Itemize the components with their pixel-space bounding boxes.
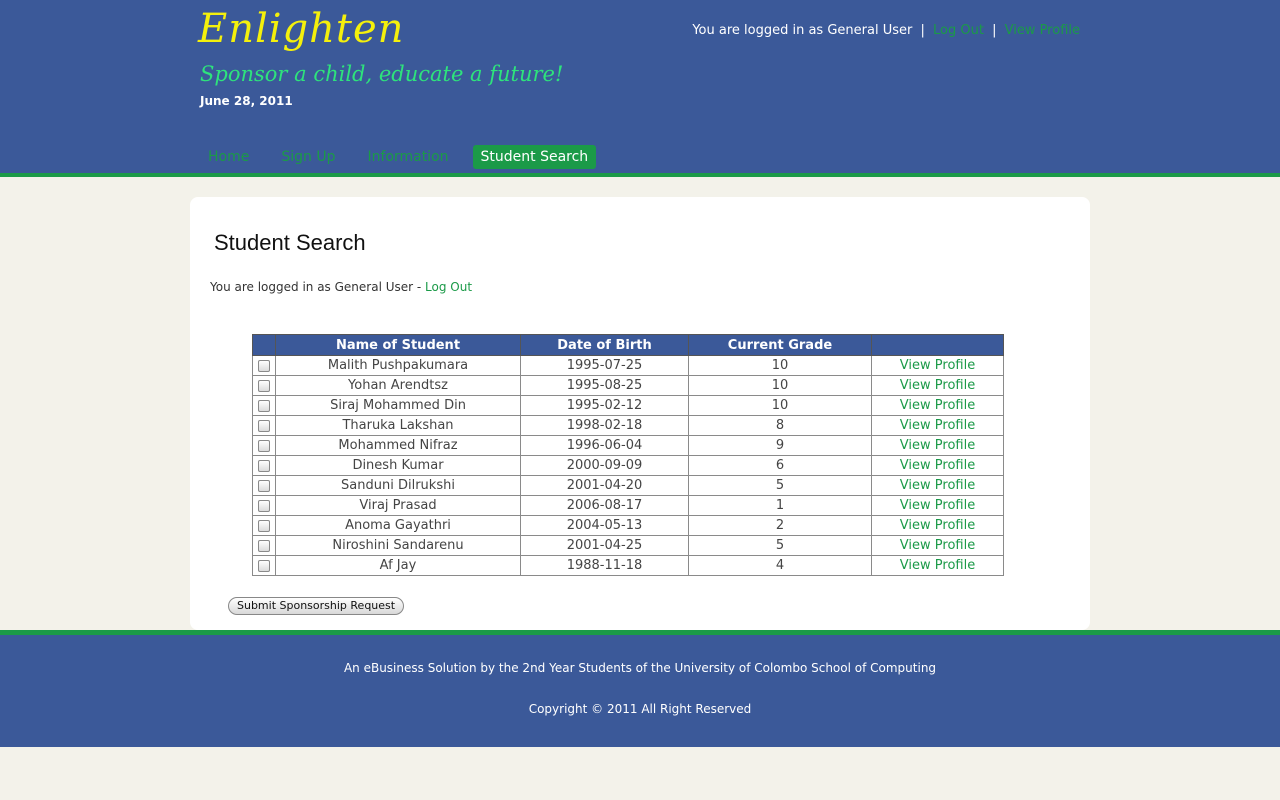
student-name: Dinesh Kumar — [275, 455, 521, 476]
content-panel: Student Search You are logged in as Gene… — [190, 197, 1090, 630]
table-row: Viraj Prasad 2006-08-17 1 View Profile — [252, 495, 1004, 516]
header-logout-link[interactable]: Log Out — [933, 23, 984, 38]
student-grade: 1 — [688, 495, 872, 516]
current-date: June 28, 2011 — [200, 94, 293, 108]
view-profile-link[interactable]: View Profile — [900, 438, 975, 453]
nav-home[interactable]: Home — [200, 145, 257, 169]
table-row: Yohan Arendtsz 1995-08-25 10 View Profil… — [252, 375, 1004, 396]
table-row: Niroshini Sandarenu 2001-04-25 5 View Pr… — [252, 535, 1004, 556]
header-dob: Date of Birth — [520, 334, 689, 356]
student-dob: 2006-08-17 — [520, 495, 689, 516]
header-view-profile-link[interactable]: View Profile — [1005, 23, 1080, 38]
student-dob: 1996-06-04 — [520, 435, 689, 456]
header-name: Name of Student — [275, 334, 521, 356]
table-row: Anoma Gayathri 2004-05-13 2 View Profile — [252, 515, 1004, 536]
view-profile-link[interactable]: View Profile — [900, 478, 975, 493]
table-row: Mohammed Nifraz 1996-06-04 9 View Profil… — [252, 435, 1004, 456]
student-dob: 2001-04-25 — [520, 535, 689, 556]
student-name: Malith Pushpakumara — [275, 355, 521, 376]
student-dob: 1995-07-25 — [520, 355, 689, 376]
site-header: Enlighten Sponsor a child, educate a fut… — [0, 0, 1280, 177]
view-profile-link[interactable]: View Profile — [900, 458, 975, 473]
footer-copyright: Copyright © 2011 All Right Reserved — [528, 702, 752, 716]
student-dob: 1995-08-25 — [520, 375, 689, 396]
student-name: Tharuka Lakshan — [275, 415, 521, 436]
view-profile-link[interactable]: View Profile — [900, 558, 975, 573]
page-title: Student Search — [214, 230, 366, 255]
row-checkbox[interactable] — [258, 359, 270, 372]
student-table: Name of Student Date of Birth Current Gr… — [252, 334, 1004, 576]
table-row: Malith Pushpakumara 1995-07-25 10 View P… — [252, 355, 1004, 376]
row-checkbox[interactable] — [258, 519, 270, 532]
nav-sign-up[interactable]: Sign Up — [273, 145, 343, 169]
view-profile-link[interactable]: View Profile — [900, 358, 975, 373]
student-grade: 6 — [688, 455, 872, 476]
content-logout-link[interactable]: Log Out — [425, 280, 472, 294]
user-bar: You are logged in as General User | Log … — [692, 23, 1080, 38]
student-dob: 2001-04-20 — [520, 475, 689, 496]
student-dob: 1998-02-18 — [520, 415, 689, 436]
student-grade: 4 — [688, 555, 872, 576]
student-dob: 1988-11-18 — [520, 555, 689, 576]
student-name: Niroshini Sandarenu — [275, 535, 521, 556]
view-profile-link[interactable]: View Profile — [900, 398, 975, 413]
student-name: Siraj Mohammed Din — [275, 395, 521, 416]
row-checkbox[interactable] — [258, 559, 270, 572]
view-profile-link[interactable]: View Profile — [900, 538, 975, 553]
table-row: Sanduni Dilrukshi 2001-04-20 5 View Prof… — [252, 475, 1004, 496]
site-logo[interactable]: Enlighten — [198, 6, 404, 52]
student-name: Af Jay — [275, 555, 521, 576]
view-profile-link[interactable]: View Profile — [900, 498, 975, 513]
site-footer: An eBusiness Solution by the 2nd Year St… — [0, 630, 1280, 747]
logged-in-text: You are logged in as General User — [692, 23, 913, 38]
view-profile-link[interactable]: View Profile — [900, 418, 975, 433]
table-row: Tharuka Lakshan 1998-02-18 8 View Profil… — [252, 415, 1004, 436]
row-checkbox[interactable] — [258, 439, 270, 452]
view-profile-link[interactable]: View Profile — [900, 518, 975, 533]
student-name: Yohan Arendtsz — [275, 375, 521, 396]
table-row: Dinesh Kumar 2000-09-09 6 View Profile — [252, 455, 1004, 476]
student-grade: 10 — [688, 355, 872, 376]
student-grade: 10 — [688, 375, 872, 396]
footer-credit: An eBusiness Solution by the 2nd Year St… — [343, 661, 937, 675]
header-select — [252, 334, 276, 356]
main-nav: Home Sign Up Information Student Search — [200, 145, 612, 169]
login-status-text: You are logged in as General User - — [210, 280, 426, 294]
separator: | — [920, 23, 925, 38]
header-grade: Current Grade — [688, 334, 872, 356]
row-checkbox[interactable] — [258, 399, 270, 412]
submit-sponsorship-button[interactable]: Submit Sponsorship Request — [228, 597, 405, 615]
row-checkbox[interactable] — [258, 419, 270, 432]
row-checkbox[interactable] — [258, 379, 270, 392]
student-name: Sanduni Dilrukshi — [275, 475, 521, 496]
view-profile-link[interactable]: View Profile — [900, 378, 975, 393]
student-grade: 5 — [688, 475, 872, 496]
header-action — [871, 334, 1004, 356]
student-grade: 9 — [688, 435, 872, 456]
student-grade: 2 — [688, 515, 872, 536]
site-tagline: Sponsor a child, educate a future! — [200, 62, 564, 86]
table-header-row: Name of Student Date of Birth Current Gr… — [252, 334, 1004, 356]
student-grade: 5 — [688, 535, 872, 556]
row-checkbox[interactable] — [258, 539, 270, 552]
student-name: Anoma Gayathri — [275, 515, 521, 536]
student-dob: 2004-05-13 — [520, 515, 689, 536]
row-checkbox[interactable] — [258, 459, 270, 472]
student-dob: 2000-09-09 — [520, 455, 689, 476]
student-grade: 10 — [688, 395, 872, 416]
table-row: Af Jay 1988-11-18 4 View Profile — [252, 555, 1004, 576]
nav-student-search[interactable]: Student Search — [472, 145, 597, 169]
table-row: Siraj Mohammed Din 1995-02-12 10 View Pr… — [252, 395, 1004, 416]
student-grade: 8 — [688, 415, 872, 436]
row-checkbox[interactable] — [258, 479, 270, 492]
separator: | — [992, 23, 997, 38]
student-name: Mohammed Nifraz — [275, 435, 521, 456]
student-name: Viraj Prasad — [275, 495, 521, 516]
row-checkbox[interactable] — [258, 499, 270, 512]
nav-information[interactable]: Information — [359, 145, 456, 169]
login-status: You are logged in as General User - Log … — [210, 280, 472, 294]
student-dob: 1995-02-12 — [520, 395, 689, 416]
